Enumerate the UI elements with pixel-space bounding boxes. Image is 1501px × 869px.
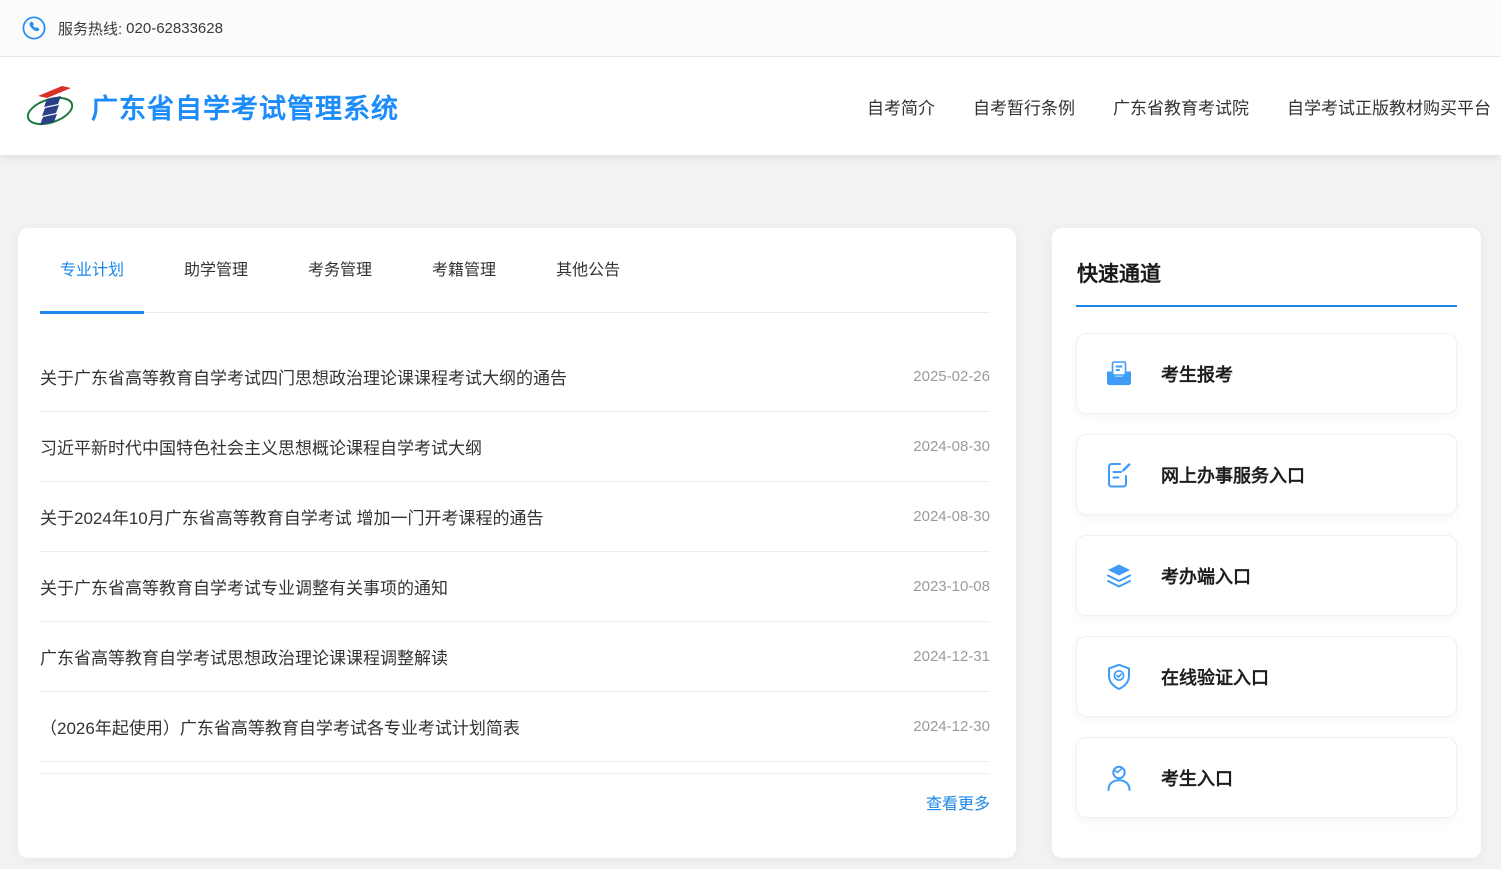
list-trailing-divider xyxy=(40,762,990,774)
announcement-row[interactable]: （2026年起使用）广东省高等教育自学考试各专业考试计划简表 2024-12-3… xyxy=(40,692,990,762)
quick-link-exam-office-portal[interactable]: 考办端入口 xyxy=(1076,535,1457,616)
nav-link-gd-education-exam-institute[interactable]: 广东省教育考试院 xyxy=(1113,94,1249,119)
hotline-number: 020-62833628 xyxy=(126,20,223,37)
tab-major-plan[interactable]: 专业计划 xyxy=(40,258,144,312)
quick-link-label: 考生入口 xyxy=(1161,765,1233,791)
quick-link-candidate-registration[interactable]: 考生报考 xyxy=(1076,333,1457,414)
tab-exam-records[interactable]: 考籍管理 xyxy=(412,258,516,312)
announcement-date: 2024-12-30 xyxy=(913,718,990,735)
hotline-label: 服务热线: xyxy=(58,18,122,39)
announcement-list: 关于广东省高等教育自学考试四门思想政治理论课课程考试大纲的通告 2025-02-… xyxy=(40,313,990,762)
announcement-date: 2023-10-08 xyxy=(913,578,990,595)
quick-link-label: 网上办事服务入口 xyxy=(1161,462,1305,488)
announcement-row[interactable]: 广东省高等教育自学考试思想政治理论课课程调整解读 2024-12-31 xyxy=(40,622,990,692)
site-title: 广东省自学考试管理系统 xyxy=(91,87,399,126)
tab-exam-affairs[interactable]: 考务管理 xyxy=(288,258,392,312)
announcement-tabs: 专业计划 助学管理 考务管理 考籍管理 其他公告 xyxy=(40,228,990,313)
announcement-date: 2024-08-30 xyxy=(913,438,990,455)
layers-icon xyxy=(1104,561,1134,591)
announcement-title[interactable]: 关于广东省高等教育自学考试专业调整有关事项的通知 xyxy=(40,574,448,599)
header-nav: 自考简介 自考暂行条例 广东省教育考试院 自学考试正版教材购买平台 xyxy=(867,94,1491,119)
announcement-title[interactable]: （2026年起使用）广东省高等教育自学考试各专业考试计划简表 xyxy=(40,714,520,739)
quick-channel-card: 快速通道 考生报考 xyxy=(1052,228,1481,858)
announcement-row[interactable]: 关于广东省高等教育自学考试四门思想政治理论课课程考试大纲的通告 2025-02-… xyxy=(40,342,990,412)
phone-icon xyxy=(22,16,46,40)
quick-link-candidate-portal[interactable]: 考生入口 xyxy=(1076,737,1457,818)
announcement-title[interactable]: 习近平新时代中国特色社会主义思想概论课程自学考试大纲 xyxy=(40,434,482,459)
announcement-title[interactable]: 关于2024年10月广东省高等教育自学考试 增加一门开考课程的通告 xyxy=(40,504,543,529)
announcement-row[interactable]: 习近平新时代中国特色社会主义思想概论课程自学考试大纲 2024-08-30 xyxy=(40,412,990,482)
announcement-date: 2024-12-31 xyxy=(913,648,990,665)
inbox-icon xyxy=(1104,359,1134,389)
content-area: 专业计划 助学管理 考务管理 考籍管理 其他公告 关于广东省高等教育自学考试四门… xyxy=(0,228,1501,858)
more-row: 查看更多 xyxy=(40,774,990,814)
quick-channel-title: 快速通道 xyxy=(1076,258,1457,288)
view-more-link[interactable]: 查看更多 xyxy=(926,796,990,813)
form-edit-icon xyxy=(1104,460,1134,490)
quick-link-label: 考办端入口 xyxy=(1161,563,1251,589)
quick-link-online-verification[interactable]: 在线验证入口 xyxy=(1076,636,1457,717)
nav-link-textbook-purchase-platform[interactable]: 自学考试正版教材购买平台 xyxy=(1287,94,1491,119)
nav-link-self-exam-intro[interactable]: 自考简介 xyxy=(867,94,935,119)
site-header: 广东省自学考试管理系统 自考简介 自考暂行条例 广东省教育考试院 自学考试正版教… xyxy=(0,57,1501,155)
announcement-row[interactable]: 关于广东省高等教育自学考试专业调整有关事项的通知 2023-10-08 xyxy=(40,552,990,622)
announcement-date: 2025-02-26 xyxy=(913,368,990,385)
nav-link-interim-regulations[interactable]: 自考暂行条例 xyxy=(973,94,1075,119)
announcement-title[interactable]: 广东省高等教育自学考试思想政治理论课课程调整解读 xyxy=(40,644,448,669)
quick-link-label: 在线验证入口 xyxy=(1161,664,1269,690)
tab-study-support[interactable]: 助学管理 xyxy=(164,258,268,312)
topbar: 服务热线: 020-62833628 xyxy=(0,0,1501,57)
shield-check-icon xyxy=(1104,662,1134,692)
announcement-row[interactable]: 关于2024年10月广东省高等教育自学考试 增加一门开考课程的通告 2024-0… xyxy=(40,482,990,552)
quick-link-online-services[interactable]: 网上办事服务入口 xyxy=(1076,434,1457,515)
announcement-date: 2024-08-30 xyxy=(913,508,990,525)
site-logo-icon xyxy=(25,79,75,133)
tab-other-notices[interactable]: 其他公告 xyxy=(536,258,640,312)
quick-link-label: 考生报考 xyxy=(1161,361,1233,387)
announcements-card: 专业计划 助学管理 考务管理 考籍管理 其他公告 关于广东省高等教育自学考试四门… xyxy=(18,228,1016,858)
quick-channel-items: 考生报考 网上办事服务入口 xyxy=(1076,307,1457,818)
announcement-title[interactable]: 关于广东省高等教育自学考试四门思想政治理论课课程考试大纲的通告 xyxy=(40,364,567,389)
user-icon xyxy=(1104,763,1134,793)
